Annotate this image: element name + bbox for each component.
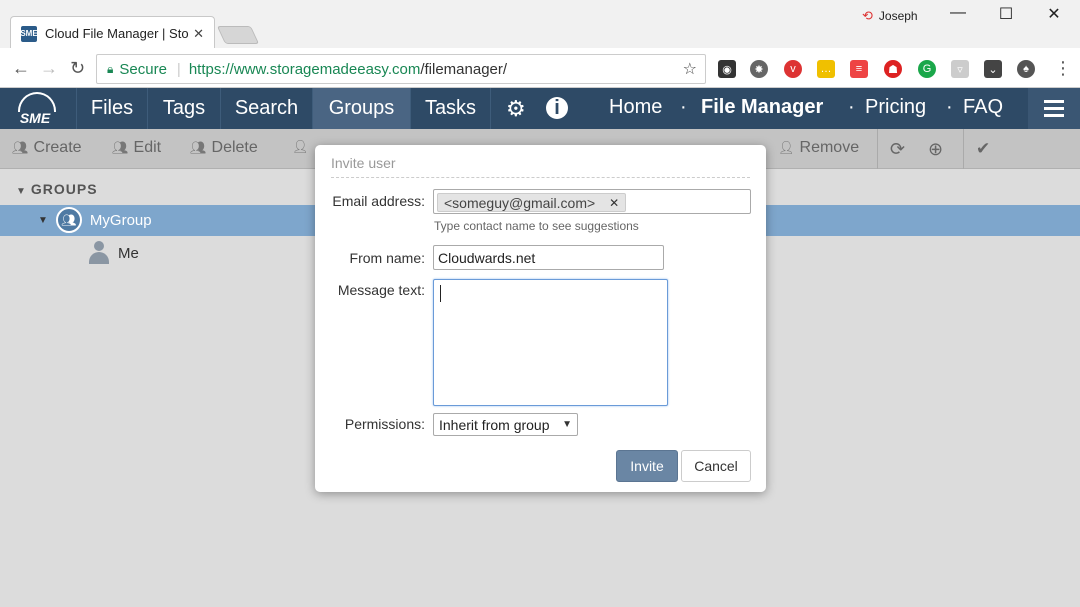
share-icon[interactable]: ⟳ [890, 139, 905, 160]
profile-badge[interactable]: ⟲ Joseph [862, 8, 918, 24]
sme-favicon-icon: SME [20, 25, 38, 42]
groups-heading[interactable]: ▼ GROUPS [16, 181, 98, 197]
dropdown-arrow-icon: ▼ [562, 419, 572, 430]
back-arrow-icon[interactable]: ← [12, 58, 30, 79]
grammarly-extension-icon[interactable]: G [918, 60, 936, 78]
users-add-icon: 👥︎ [12, 140, 29, 155]
delete-label: Delete [211, 139, 258, 156]
browser-menu-icon[interactable]: ⋮ [1054, 58, 1072, 79]
email-chip[interactable]: <someguy@gmail.com> ✕ [437, 193, 627, 212]
person-icon [88, 241, 110, 265]
address-divider: | [176, 60, 181, 78]
edit-button[interactable]: 👥︎ Edit [112, 139, 161, 157]
expand-arrow-icon[interactable]: ▼ [38, 215, 48, 226]
member-label: Me [118, 244, 139, 262]
maximize-icon[interactable]: ☐ [986, 4, 1026, 24]
info-icon[interactable]: i [546, 97, 568, 119]
remove-button[interactable]: 👤︎ Remove [778, 139, 859, 157]
menu-search[interactable]: Search [220, 88, 312, 129]
tab-title: Cloud File Manager | Stor [45, 26, 190, 41]
link-separator: · [680, 96, 687, 118]
film-extension-icon[interactable]: ✸ [750, 60, 768, 78]
email-chip-text: <someguy@gmail.com> [444, 194, 596, 211]
secure-label: Secure [119, 60, 167, 78]
cancel-button[interactable]: Cancel [681, 450, 751, 482]
todoist-extension-icon[interactable]: ≡ [850, 60, 868, 78]
dialog-title: Invite user [331, 155, 396, 171]
notes-extension-icon[interactable]: … [817, 60, 835, 78]
minimize-icon[interactable]: — [938, 4, 978, 22]
email-label: Email address: [332, 193, 425, 209]
rv-extension-icon[interactable]: v [784, 60, 802, 78]
forward-arrow-icon[interactable]: → [40, 58, 58, 79]
groups-heading-label: GROUPS [30, 181, 98, 197]
create-button[interactable]: 👥︎ Create [12, 139, 82, 157]
edit-label: Edit [133, 139, 162, 156]
owl-extension-icon[interactable]: ◉ [718, 60, 736, 78]
remove-chip-icon[interactable]: ✕ [609, 196, 619, 210]
users-edit-icon: 👥︎ [112, 140, 129, 155]
pocket-light-extension-icon[interactable]: ▿ [951, 60, 969, 78]
create-label: Create [33, 139, 82, 156]
delete-button[interactable]: 👥︎ Delete [190, 139, 258, 157]
message-label: Message text: [337, 282, 425, 298]
email-hint: Type contact name to see suggestions [434, 219, 639, 233]
link-separator: · [848, 96, 855, 118]
text-caret [440, 285, 441, 302]
message-textarea[interactable] [433, 279, 668, 406]
link-file-manager[interactable]: File Manager [701, 96, 823, 119]
browser-tab[interactable]: SME Cloud File Manager | Stor ✕ [10, 16, 215, 50]
evernote-extension-icon[interactable]: ♠ [1017, 60, 1035, 78]
menu-tags[interactable]: Tags [147, 88, 220, 129]
checkmark-icon[interactable]: ✔ [976, 139, 990, 159]
link-home[interactable]: Home [609, 96, 662, 119]
permissions-label: Permissions: [344, 416, 425, 432]
group-label: MyGroup [89, 211, 152, 229]
ghost-extension-icon[interactable]: ☗ [884, 60, 902, 78]
link-faq[interactable]: FAQ [963, 96, 1003, 119]
link-pricing[interactable]: Pricing [865, 96, 926, 119]
menu-groups[interactable]: Groups [312, 88, 410, 129]
email-field[interactable]: <someguy@gmail.com> ✕ [433, 189, 751, 214]
url-base: https://www.storagemadeeasy.com [188, 60, 421, 78]
user-remove-icon: 👤︎ [778, 140, 795, 155]
action-divider [963, 129, 964, 169]
share-add-icon[interactable]: ⊕ [928, 139, 943, 160]
sme-logo[interactable]: SME [10, 92, 60, 126]
link-separator: · [946, 96, 953, 118]
pocket-extension-icon[interactable]: ⌄ [984, 60, 1002, 78]
invite-user-dialog: Invite user Email address: <someguy@gmai… [315, 145, 766, 492]
close-tab-icon[interactable]: ✕ [193, 26, 204, 42]
lock-icon: 🔒︎ [107, 61, 114, 76]
address-bar[interactable]: 🔒︎ Secure | https://www.storagemadeeasy.… [96, 54, 706, 84]
close-window-icon[interactable]: ✕ [1034, 4, 1074, 24]
profile-name: Joseph [878, 9, 918, 23]
permissions-select[interactable]: Inherit from group ▼ [433, 413, 578, 436]
users-delete-icon: 👥︎ [190, 140, 207, 155]
tree-group-mygroup[interactable]: ▼ 👥︎ MyGroup [38, 207, 152, 233]
hamburger-menu-icon[interactable] [1028, 88, 1080, 129]
dialog-divider [331, 177, 750, 178]
url-path: /filemanager/ [420, 60, 508, 78]
action-divider [877, 129, 878, 169]
collapse-arrow-icon[interactable]: ▼ [16, 186, 27, 197]
remove-label: Remove [799, 139, 860, 156]
from-name-field[interactable] [433, 245, 664, 270]
sync-error-icon: ⟲ [862, 8, 873, 23]
invite-button[interactable]: Invite [616, 450, 678, 482]
group-icon: 👥︎ [55, 207, 82, 233]
menu-tasks[interactable]: Tasks [410, 88, 491, 129]
bookmark-star-icon[interactable]: ☆ [683, 59, 697, 79]
add-user-icon[interactable]: 👤︎ [292, 139, 309, 155]
from-name-label: From name: [349, 250, 425, 266]
settings-gear-icon[interactable]: ⚙ [506, 96, 526, 122]
menu-files[interactable]: Files [76, 88, 147, 129]
permissions-value: Inherit from group [439, 416, 550, 433]
reload-icon[interactable]: ↻ [70, 58, 85, 79]
tree-member-me[interactable]: Me [88, 241, 139, 265]
